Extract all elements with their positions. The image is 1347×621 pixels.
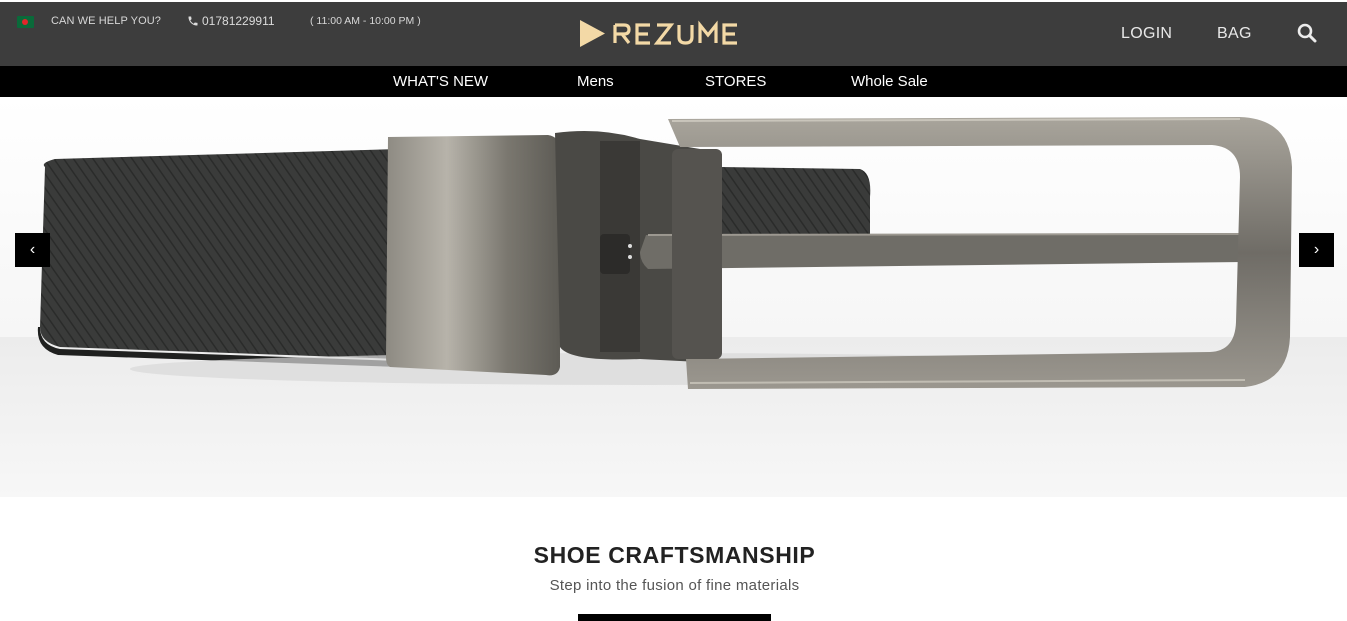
opening-hours: ( 11:00 AM - 10:00 PM )	[310, 15, 421, 27]
nav-item-stores[interactable]: STORES	[705, 73, 766, 90]
slider-next-button[interactable]: ›	[1299, 233, 1334, 267]
login-link[interactable]: LOGIN	[1121, 25, 1172, 43]
slider-prev-button[interactable]: ‹	[15, 233, 50, 267]
belt-product-image	[0, 117, 1347, 497]
phone-contact[interactable]: 01781229911	[187, 14, 275, 28]
chevron-left-icon: ‹	[29, 241, 36, 258]
hero-slider: ‹ ›	[0, 97, 1347, 497]
nav-item-whats-new[interactable]: WHAT'S NEW	[393, 73, 488, 90]
bag-link[interactable]: BAG	[1217, 25, 1252, 43]
bangladesh-flag-icon	[17, 16, 34, 28]
phone-number: 01781229911	[202, 14, 275, 28]
section-title: SHOE CRAFTSMANSHIP	[533, 542, 816, 568]
nav-item-whole-sale[interactable]: Whole Sale	[851, 73, 928, 90]
help-link[interactable]: CAN WE HELP YOU?	[51, 15, 161, 27]
search-icon[interactable]	[1297, 23, 1317, 43]
top-header: CAN WE HELP YOU? 01781229911 ( 11:00 AM …	[0, 2, 1347, 66]
chevron-right-icon: ›	[1313, 241, 1320, 258]
nav-item-mens[interactable]: Mens	[577, 73, 614, 90]
brand-logo[interactable]	[578, 18, 770, 48]
section-subtitle: Step into the fusion of fine materials	[549, 577, 800, 594]
shop-button[interactable]	[578, 614, 771, 621]
main-nav: WHAT'S NEW Mens STORES Whole Sale	[0, 66, 1347, 97]
phone-icon	[188, 16, 198, 26]
